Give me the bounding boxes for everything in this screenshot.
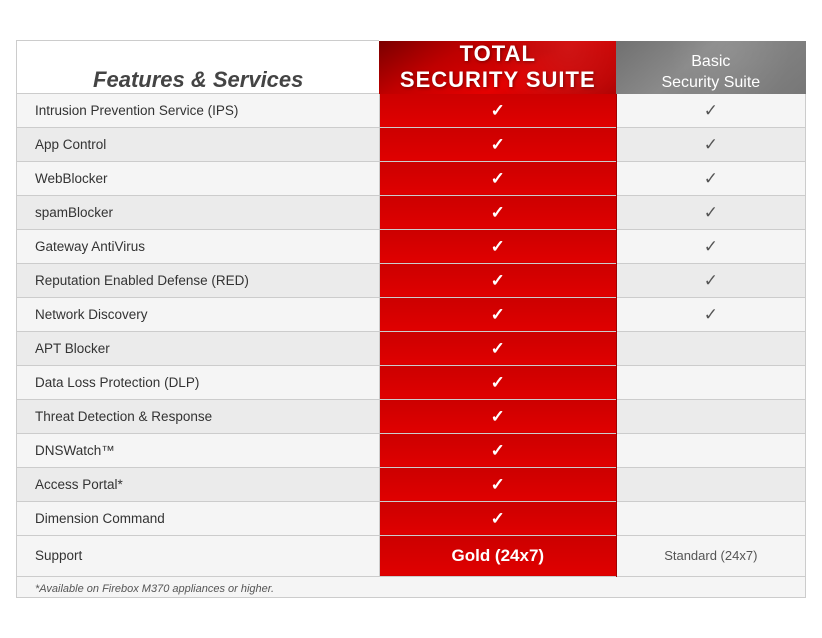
support-basic-value: Standard (24x7) [616,535,805,576]
checkmark-total: ✓ [491,203,505,222]
feature-name: Data Loss Protection (DLP) [17,365,380,399]
checkmark-basic: ✓ [704,101,718,120]
basic-security-title: Basic Security Suite [616,52,805,94]
feature-name: DNSWatch™ [17,433,380,467]
feature-name: WebBlocker [17,161,380,195]
total-check: ✓ [379,161,616,195]
checkmark-total: ✓ [491,135,505,154]
footnote-row: *Available on Firebox M370 appliances or… [17,576,806,597]
feature-name: Network Discovery [17,297,380,331]
table-row: Intrusion Prevention Service (IPS) ✓ ✓ [17,94,806,128]
comparison-table: Features & Services TOTAL SECURITY SUITE… [16,40,806,597]
total-check: ✓ [379,297,616,331]
feature-name: Reputation Enabled Defense (RED) [17,263,380,297]
checkmark-basic: ✓ [704,305,718,324]
footnote-text: *Available on Firebox M370 appliances or… [17,576,806,597]
table-row: Network Discovery ✓ ✓ [17,297,806,331]
feature-name: Access Portal* [17,467,380,501]
total-check: ✓ [379,195,616,229]
basic-check [616,433,805,467]
header-features: Features & Services [17,41,380,94]
table-row: DNSWatch™ ✓ [17,433,806,467]
support-total-value: Gold (24x7) [379,535,616,576]
checkmark-basic: ✓ [704,203,718,222]
checkmark-total: ✓ [491,271,505,290]
checkmark-total: ✓ [491,441,505,460]
feature-name: APT Blocker [17,331,380,365]
table-row: WebBlocker ✓ ✓ [17,161,806,195]
checkmark-total: ✓ [491,475,505,494]
total-check: ✓ [379,501,616,535]
checkmark-basic: ✓ [704,271,718,290]
basic-check: ✓ [616,161,805,195]
table-row: Data Loss Protection (DLP) ✓ [17,365,806,399]
checkmark-total: ✓ [491,101,505,120]
checkmark-total: ✓ [491,407,505,426]
checkmark-basic: ✓ [704,169,718,188]
total-check: ✓ [379,127,616,161]
checkmark-total: ✓ [491,305,505,324]
checkmark-total: ✓ [491,373,505,392]
total-check: ✓ [379,433,616,467]
basic-check [616,501,805,535]
total-check: ✓ [379,263,616,297]
basic-check [616,365,805,399]
table-row: Gateway AntiVirus ✓ ✓ [17,229,806,263]
feature-name: spamBlocker [17,195,380,229]
features-header-label: Features & Services [93,67,303,92]
total-check: ✓ [379,94,616,128]
feature-name: Intrusion Prevention Service (IPS) [17,94,380,128]
basic-check [616,467,805,501]
header-total-security: TOTAL SECURITY SUITE [379,41,616,94]
feature-name: Threat Detection & Response [17,399,380,433]
table-row: Reputation Enabled Defense (RED) ✓ ✓ [17,263,806,297]
support-row: SupportGold (24x7)Standard (24x7) [17,535,806,576]
basic-check: ✓ [616,127,805,161]
feature-name: App Control [17,127,380,161]
basic-check: ✓ [616,195,805,229]
table-row: App Control ✓ ✓ [17,127,806,161]
header-basic-security: Basic Security Suite [616,41,805,94]
checkmark-total: ✓ [491,509,505,528]
table-row: APT Blocker ✓ [17,331,806,365]
basic-check [616,331,805,365]
table-row: Threat Detection & Response ✓ [17,399,806,433]
checkmark-total: ✓ [491,237,505,256]
basic-check: ✓ [616,94,805,128]
feature-name: Dimension Command [17,501,380,535]
total-security-title: TOTAL SECURITY SUITE [379,41,616,94]
table-row: Dimension Command ✓ [17,501,806,535]
basic-check: ✓ [616,229,805,263]
basic-check [616,399,805,433]
support-label: Support [17,535,380,576]
table-row: Access Portal* ✓ [17,467,806,501]
checkmark-basic: ✓ [704,135,718,154]
checkmark-total: ✓ [491,339,505,358]
table-row: spamBlocker ✓ ✓ [17,195,806,229]
feature-name: Gateway AntiVirus [17,229,380,263]
total-check: ✓ [379,331,616,365]
total-check: ✓ [379,229,616,263]
total-check: ✓ [379,467,616,501]
total-check: ✓ [379,365,616,399]
basic-check: ✓ [616,263,805,297]
basic-check: ✓ [616,297,805,331]
checkmark-basic: ✓ [704,237,718,256]
total-check: ✓ [379,399,616,433]
checkmark-total: ✓ [491,169,505,188]
